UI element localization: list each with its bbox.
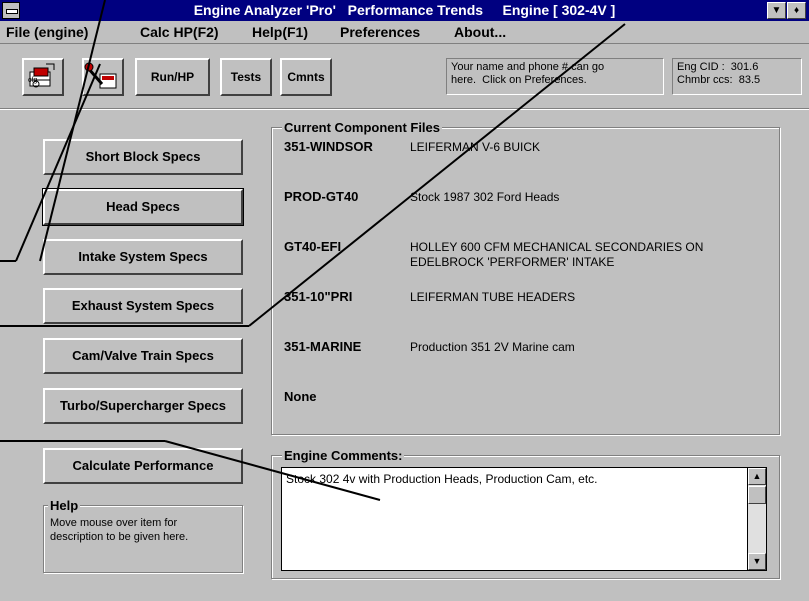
- minimize-button[interactable]: ▼: [767, 2, 786, 19]
- help-text: Move mouse over item for description to …: [50, 517, 189, 543]
- component-file-name[interactable]: 351-MARINE: [284, 339, 361, 354]
- component-file-desc: Production 351 2V Marine cam: [410, 340, 575, 354]
- cam-valve-train-specs-button[interactable]: Cam/Valve Train Specs: [43, 338, 243, 374]
- restore-button[interactable]: ♦: [787, 2, 806, 19]
- component-file-name[interactable]: 351-10"PRI: [284, 289, 352, 304]
- comments-scrollbar[interactable]: ▲ ▼: [747, 468, 766, 570]
- engine-analyzer-window: Engine Analyzer 'Pro' Performance Trends…: [0, 0, 809, 601]
- turbo-supercharger-specs-button[interactable]: Turbo/Supercharger Specs: [43, 388, 243, 424]
- comments-button[interactable]: Cmnts: [280, 58, 332, 96]
- engine-comments-title: Engine Comments:: [282, 448, 405, 463]
- calc-wrench-icon[interactable]: [82, 58, 124, 96]
- scroll-up-icon[interactable]: ▲: [748, 468, 766, 485]
- svg-text:cfg: cfg: [28, 77, 37, 84]
- menu-preferences[interactable]: Preferences: [340, 24, 420, 40]
- run-hp-button[interactable]: Run/HP: [135, 58, 210, 96]
- component-files-title: Current Component Files: [282, 120, 443, 135]
- user-info-display[interactable]: Your name and phone # can go here. Click…: [446, 58, 664, 95]
- divider: [0, 108, 809, 110]
- exhaust-system-specs-button[interactable]: Exhaust System Specs: [43, 288, 243, 324]
- menu-help[interactable]: Help(F1): [252, 24, 308, 40]
- toolbar: cfg Run/HP Tests Cmnts Your name and pho…: [0, 43, 809, 107]
- engine-comments-textarea[interactable]: Stock 302 4v with Production Heads, Prod…: [281, 467, 767, 571]
- component-file-desc: Stock 1987 302 Ford Heads: [410, 190, 560, 204]
- intake-system-specs-button[interactable]: Intake System Specs: [43, 239, 243, 275]
- engine-info-display: Eng CID : 301.6 Chmbr ccs: 83.5: [672, 58, 802, 95]
- window-title: Engine Analyzer 'Pro' Performance Trends…: [193, 2, 616, 18]
- menu-about[interactable]: About...: [454, 24, 506, 40]
- component-files-panel: Current Component Files: [271, 120, 780, 435]
- calculate-performance-button[interactable]: Calculate Performance: [43, 448, 243, 484]
- component-file-name[interactable]: 351-WINDSOR: [284, 139, 373, 154]
- menu-file[interactable]: File (engine): [6, 24, 88, 40]
- tests-button[interactable]: Tests: [220, 58, 272, 96]
- title-bar[interactable]: Engine Analyzer 'Pro' Performance Trends…: [0, 0, 809, 21]
- scroll-thumb[interactable]: [748, 486, 766, 504]
- component-file-desc: LEIFERMAN TUBE HEADERS: [410, 290, 576, 304]
- menu-bar: File (engine) Calc HP(F2) Help(F1) Prefe…: [0, 21, 809, 43]
- component-file-name[interactable]: PROD-GT40: [284, 189, 358, 204]
- component-file-desc: HOLLEY 600 CFM MECHANICAL SECONDARIES ON…: [410, 240, 704, 269]
- engine-file-icon[interactable]: cfg: [22, 58, 64, 96]
- component-file-name[interactable]: GT40-EFI: [284, 239, 341, 254]
- head-specs-button[interactable]: Head Specs: [42, 188, 244, 226]
- component-file-name[interactable]: None: [284, 389, 317, 404]
- help-box: Help Move mouse over item for descriptio…: [43, 498, 243, 573]
- component-file-desc: LEIFERMAN V-6 BUICK: [410, 140, 541, 154]
- short-block-specs-button[interactable]: Short Block Specs: [43, 139, 243, 175]
- scroll-down-icon[interactable]: ▼: [748, 553, 766, 570]
- help-title: Help: [48, 498, 81, 513]
- engine-comments-text: Stock 302 4v with Production Heads, Prod…: [286, 472, 598, 486]
- menu-calc-hp[interactable]: Calc HP(F2): [140, 24, 219, 40]
